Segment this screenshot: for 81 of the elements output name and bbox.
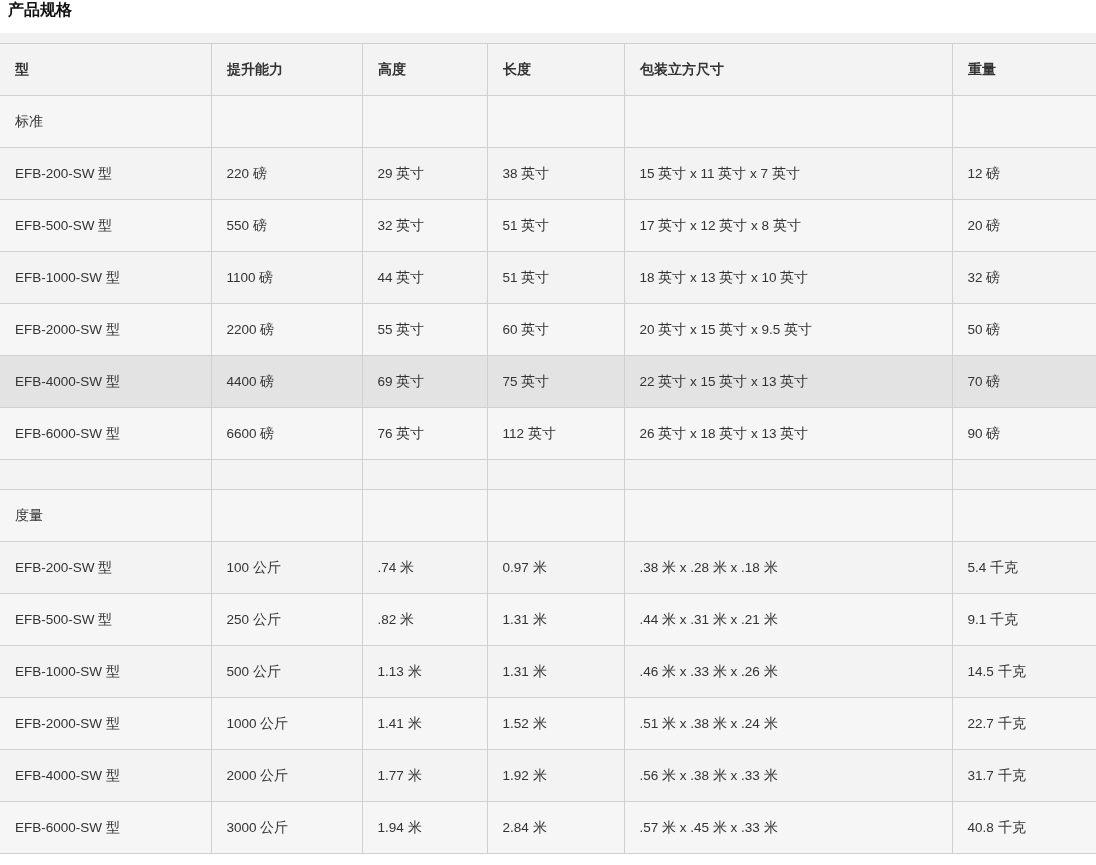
table-cell: 4400 磅 [226, 373, 275, 389]
table-cell: 17 英寸 x 12 英寸 x 8 英寸 [639, 217, 801, 233]
table-cell: 32 英寸 [377, 217, 425, 233]
table-cell: .38 米 x .28 米 x .18 米 [639, 559, 778, 575]
table-cell: EFB-2000-SW 型 [15, 321, 120, 337]
table-cell: EFB-2000-SW 型 [15, 715, 120, 731]
table-cell: 1.31 米 [502, 663, 547, 679]
table-cell: 1.94 米 [377, 819, 422, 835]
table-cell: 550 磅 [226, 217, 267, 233]
table-cell: EFB-200-SW 型 [15, 165, 113, 181]
table-cell: 20 磅 [967, 217, 1001, 233]
table-cell: 1.41 米 [377, 715, 422, 731]
table-cell: 38 英寸 [502, 165, 550, 181]
table-cell: 22 英寸 x 15 英寸 x 13 英寸 [639, 373, 809, 389]
table-cell: 18 英寸 x 13 英寸 x 10 英寸 [639, 269, 809, 285]
column-header: 提升能力 [226, 61, 283, 77]
table-cell: 112 英寸 [502, 425, 556, 441]
table-cell: 50 磅 [967, 321, 1001, 337]
table-cell: 40.8 千克 [967, 819, 1026, 835]
table-cell: 14.5 千克 [967, 663, 1026, 679]
column-header: 长度 [502, 61, 531, 77]
table-cell: 44 英寸 [377, 269, 425, 285]
table-cell: 2200 磅 [226, 321, 275, 337]
table-cell: 70 磅 [967, 373, 1001, 389]
column-header: 包装立方尺寸 [639, 61, 724, 77]
table-cell: 51 英寸 [502, 217, 550, 233]
table-cell: EFB-500-SW 型 [15, 611, 113, 627]
table-cell: 76 英寸 [377, 425, 425, 441]
table-cell: 1.31 米 [502, 611, 547, 627]
table-cell: EFB-1000-SW 型 [15, 663, 120, 679]
table-cell: 1000 公斤 [226, 715, 289, 731]
table-cell: 90 磅 [967, 425, 1001, 441]
table-cell: 32 磅 [967, 269, 1001, 285]
table-cell: .44 米 x .31 米 x .21 米 [639, 611, 778, 627]
column-header: 型 [15, 61, 29, 77]
table-cell: 5.4 千克 [967, 559, 1019, 575]
table-cell: 69 英寸 [377, 373, 425, 389]
table-cell: EFB-6000-SW 型 [15, 425, 120, 441]
table-cell: 1.92 米 [502, 767, 547, 783]
table-cell: 51 英寸 [502, 269, 550, 285]
table-cell: EFB-200-SW 型 [15, 559, 113, 575]
table-cell: 20 英寸 x 15 英寸 x 9.5 英寸 [639, 321, 813, 337]
table-cell: .56 米 x .38 米 x .33 米 [639, 767, 778, 783]
table-cell: 2000 公斤 [226, 767, 289, 783]
table-cell: EFB-500-SW 型 [15, 217, 113, 233]
table-cell: 75 英寸 [502, 373, 550, 389]
table-cell: 1100 磅 [226, 269, 274, 285]
table-cell: EFB-4000-SW 型 [15, 767, 120, 783]
section-title: 产品规格 [7, 0, 73, 20]
section-label: 度量 [15, 507, 43, 523]
table-cell: 22.7 千克 [967, 715, 1026, 731]
column-header: 重量 [967, 61, 996, 77]
table-cell: 60 英寸 [502, 321, 550, 337]
table-cell: 6600 磅 [226, 425, 275, 441]
table-cell: EFB-6000-SW 型 [15, 819, 120, 835]
table-cell: 500 公斤 [226, 663, 281, 679]
table-cell: 29 英寸 [377, 165, 425, 181]
table-cell: .74 米 [377, 559, 415, 575]
table-cell: 2.84 米 [502, 819, 547, 835]
table-cell: .82 米 [377, 611, 415, 627]
table-cell: 100 公斤 [226, 559, 281, 575]
table-cell: 250 公斤 [226, 611, 281, 627]
table-cell: EFB-1000-SW 型 [15, 269, 120, 285]
column-header: 高度 [377, 61, 406, 77]
table-cell: 31.7 千克 [967, 767, 1026, 783]
section-label: 标准 [15, 113, 43, 129]
table-cell: 9.1 千克 [967, 611, 1019, 627]
table-cell: 220 磅 [226, 165, 267, 181]
table-cell: 55 英寸 [377, 321, 425, 337]
table-cell: 15 英寸 x 11 英寸 x 7 英寸 [639, 165, 800, 181]
table-cell: EFB-4000-SW 型 [15, 373, 120, 389]
table-cell: 3000 公斤 [226, 819, 289, 835]
table-cell: .46 米 x .33 米 x .26 米 [639, 663, 778, 679]
table-cell: 26 英寸 x 18 英寸 x 13 英寸 [639, 425, 809, 441]
table-cell: 0.97 米 [502, 559, 547, 575]
table-cell: 1.77 米 [377, 767, 422, 783]
table-cell: 12 磅 [967, 165, 1001, 181]
table-cell: 1.52 米 [502, 715, 547, 731]
table-cell: 1.13 米 [377, 663, 422, 679]
table-cell: .57 米 x .45 米 x .33 米 [639, 819, 778, 835]
table-cell: .51 米 x .38 米 x .24 米 [639, 715, 778, 731]
